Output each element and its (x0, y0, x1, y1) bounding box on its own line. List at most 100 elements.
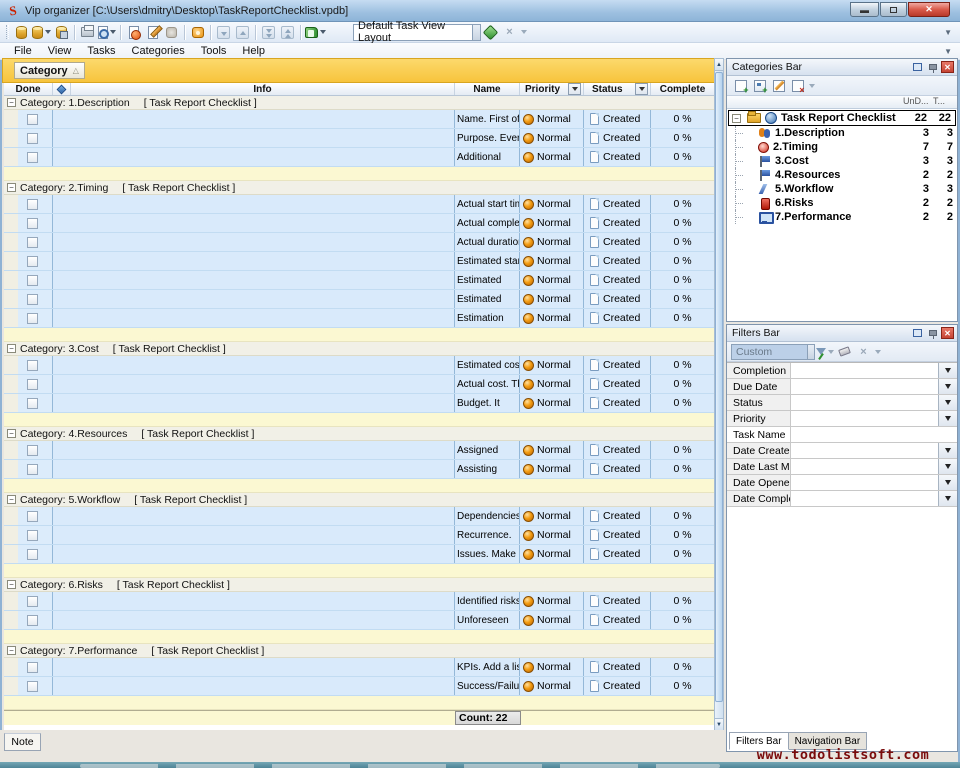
new-database-button[interactable] (12, 23, 31, 41)
info-cell[interactable] (53, 592, 455, 610)
filter-preset-combo[interactable]: Custom (731, 344, 815, 360)
collapse-icon[interactable]: − (7, 646, 16, 655)
name-cell[interactable]: Purpose. Every (455, 129, 520, 147)
priority-cell[interactable]: Normal (520, 309, 584, 327)
filter-value-field[interactable] (791, 363, 938, 378)
task-row[interactable]: Estimated startNormalCreated0 % (4, 252, 714, 271)
column-header-name[interactable]: Name (455, 83, 520, 95)
done-checkbox[interactable] (27, 379, 38, 390)
group-header-row[interactable]: −Category: 7.Performance[ Task Report Ch… (4, 644, 714, 658)
status-cell[interactable]: Created (584, 252, 651, 270)
group-header-row[interactable]: −Category: 5.Workflow[ Task Report Check… (4, 493, 714, 507)
name-cell[interactable]: Estimated cost. It (455, 356, 520, 374)
maximize-button[interactable] (880, 2, 907, 17)
group-header-row[interactable]: −Category: 6.Risks[ Task Report Checklis… (4, 578, 714, 592)
task-row[interactable]: Purpose. EveryNormalCreated0 % (4, 129, 714, 148)
done-checkbox[interactable] (27, 360, 38, 371)
info-cell[interactable] (53, 441, 455, 459)
done-checkbox[interactable] (27, 511, 38, 522)
done-checkbox[interactable] (27, 464, 38, 475)
task-row[interactable]: Success/Failure.NormalCreated0 % (4, 677, 714, 696)
task-row[interactable]: Identified risks.NormalCreated0 % (4, 592, 714, 611)
priority-cell[interactable]: Normal (520, 592, 584, 610)
status-cell[interactable]: Created (584, 356, 651, 374)
scroll-up-arrow[interactable]: ▲ (715, 59, 723, 71)
tab-filters-bar[interactable]: Filters Bar (729, 732, 789, 750)
menu-item-file[interactable]: File (6, 44, 40, 58)
info-cell[interactable] (53, 214, 455, 232)
priority-cell[interactable]: Normal (520, 545, 584, 563)
categories-toolbar-chevron[interactable] (809, 84, 815, 88)
layout-combo-spin[interactable] (472, 25, 480, 40)
group-header-row[interactable]: −Category: 4.Resources[ Task Report Chec… (4, 427, 714, 441)
info-cell[interactable] (53, 195, 455, 213)
clear-filter-button[interactable] (835, 343, 854, 360)
done-checkbox[interactable] (27, 133, 38, 144)
move-down-button[interactable] (214, 23, 233, 41)
filter-value-field[interactable] (791, 475, 938, 490)
priority-cell[interactable]: Normal (520, 195, 584, 213)
column-total[interactable]: T... (933, 96, 957, 108)
scrollbar-thumb[interactable] (715, 72, 723, 702)
info-cell[interactable] (53, 611, 455, 629)
filter-value-field[interactable] (791, 459, 938, 474)
status-cell[interactable]: Created (584, 233, 651, 251)
tree-item-6-risks[interactable]: 6.Risks22 (727, 196, 957, 210)
menu-item-tasks[interactable]: Tasks (79, 44, 123, 58)
menubar-overflow-chevron[interactable]: ▼ (944, 47, 952, 56)
column-header-done[interactable]: Done (4, 83, 53, 95)
name-cell[interactable]: Name. First of all, (455, 110, 520, 128)
done-checkbox[interactable] (27, 218, 38, 229)
info-cell[interactable] (53, 545, 455, 563)
complete-cell[interactable]: 0 % (651, 526, 714, 544)
tree-root-item[interactable]: −Task Report Checklist2222 (728, 110, 956, 126)
task-row[interactable]: Budget. ItNormalCreated0 % (4, 394, 714, 413)
status-cell[interactable]: Created (584, 507, 651, 525)
complete-cell[interactable]: 0 % (651, 252, 714, 270)
filter-dropdown-button[interactable] (938, 379, 957, 394)
collapse-icon[interactable]: − (7, 183, 16, 192)
task-row[interactable]: Actual start time.NormalCreated0 % (4, 195, 714, 214)
status-cell[interactable]: Created (584, 375, 651, 393)
complete-cell[interactable]: 0 % (651, 441, 714, 459)
tree-item-3-cost[interactable]: 3.Cost33 (727, 154, 957, 168)
column-undone[interactable]: UnD... (903, 96, 933, 108)
column-header-info[interactable]: Info (71, 83, 455, 95)
complete-task-button[interactable] (188, 23, 207, 41)
complete-cell[interactable]: 0 % (651, 677, 714, 695)
status-cell[interactable]: Created (584, 129, 651, 147)
tree-item-4-resources[interactable]: 4.Resources22 (727, 168, 957, 182)
scroll-down-arrow[interactable]: ▼ (715, 718, 723, 730)
complete-cell[interactable]: 0 % (651, 658, 714, 676)
tree-item-7-performance[interactable]: 7.Performance22 (727, 210, 957, 224)
name-cell[interactable]: Additional (455, 148, 520, 166)
column-header-status[interactable]: Status (584, 83, 651, 95)
collapse-icon[interactable]: − (732, 114, 741, 123)
name-cell[interactable]: Identified risks. (455, 592, 520, 610)
info-cell[interactable] (53, 677, 455, 695)
new-category-button[interactable] (731, 77, 750, 94)
done-checkbox[interactable] (27, 199, 38, 210)
complete-cell[interactable]: 0 % (651, 611, 714, 629)
note-tab[interactable]: Note (4, 733, 41, 751)
priority-cell[interactable]: Normal (520, 271, 584, 289)
column-header-icon[interactable] (53, 83, 71, 95)
task-row[interactable]: KPIs. Add a listNormalCreated0 % (4, 658, 714, 677)
status-filter-dropdown[interactable] (635, 83, 648, 95)
priority-cell[interactable]: Normal (520, 460, 584, 478)
name-cell[interactable]: Estimation (455, 309, 520, 327)
info-cell[interactable] (53, 356, 455, 374)
move-up-button[interactable] (233, 23, 252, 41)
task-row[interactable]: Name. First of all,NormalCreated0 % (4, 110, 714, 129)
name-cell[interactable]: Budget. It (455, 394, 520, 412)
tree-item-2-timing[interactable]: 2.Timing77 (727, 140, 957, 154)
table-vertical-scrollbar[interactable]: ▲ ▼ (714, 58, 724, 730)
column-header-complete[interactable]: Complete (651, 83, 714, 95)
delete-category-button[interactable] (788, 77, 807, 94)
edit-task-button[interactable] (143, 23, 162, 41)
filter-dropdown-button[interactable] (938, 411, 957, 426)
move-bottom-button[interactable] (259, 23, 278, 41)
filter-dropdown-button[interactable] (938, 443, 957, 458)
info-cell[interactable] (53, 233, 455, 251)
filter-dropdown-button[interactable] (938, 475, 957, 490)
